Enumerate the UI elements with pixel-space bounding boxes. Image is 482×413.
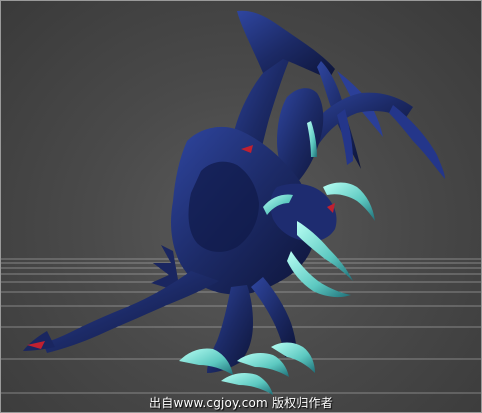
right-claw-2	[337, 109, 353, 165]
creature-model	[23, 10, 445, 395]
3d-viewport[interactable]: 出自www.cgjoy.com 版权归作者	[0, 0, 482, 413]
foot-claw-4	[221, 373, 273, 395]
left-leg	[43, 271, 219, 353]
watermark-text: 出自www.cgjoy.com 版权归作者	[149, 396, 333, 410]
right-claw-1	[389, 105, 445, 179]
